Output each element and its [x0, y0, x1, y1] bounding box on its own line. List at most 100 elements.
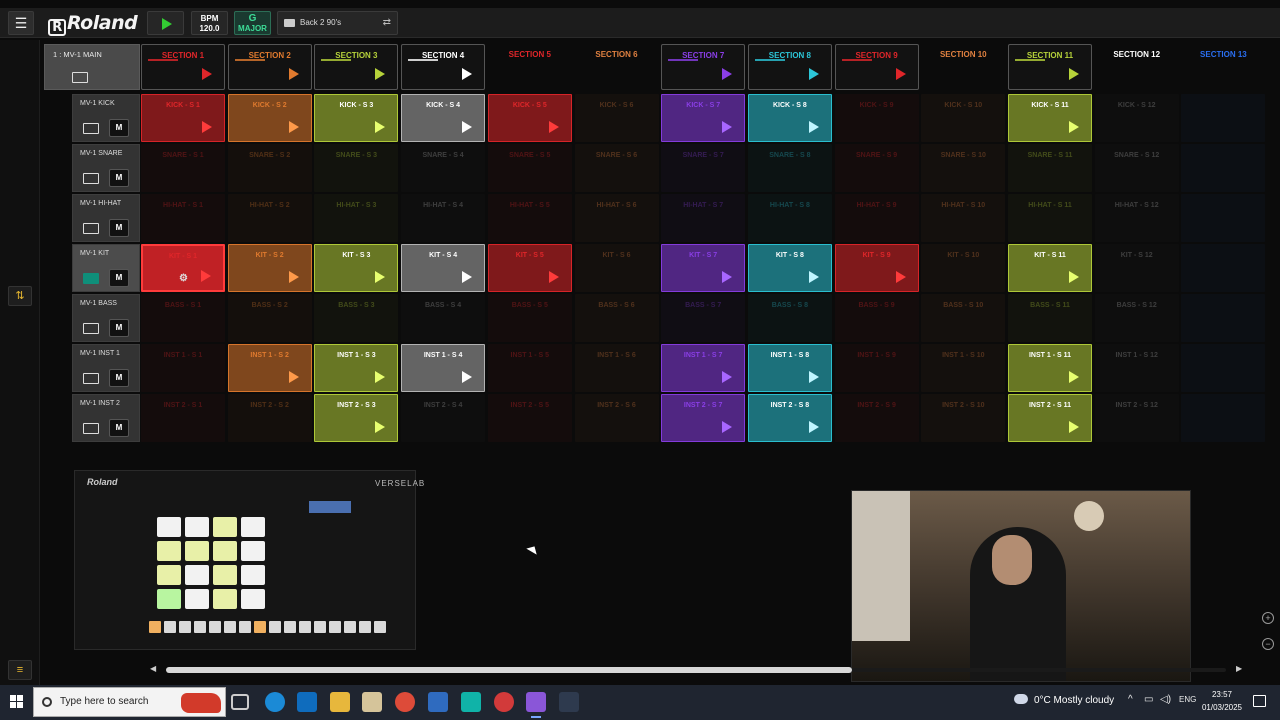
taskbar-clock[interactable]: 23:57 01/03/2025	[1200, 688, 1244, 714]
track-header[interactable]: MV-1 INST 1 M	[72, 344, 140, 392]
clip-play-icon[interactable]	[808, 121, 819, 133]
mute-button[interactable]: M	[109, 269, 129, 287]
clip-cell[interactable]: KICK - S 11	[1008, 94, 1092, 142]
track-header[interactable]: MV-1 KICK M	[72, 94, 140, 142]
clip-cell[interactable]	[1181, 144, 1266, 192]
clip-cell[interactable]: KICK - S 4	[401, 94, 486, 142]
clip-cell[interactable]: SNARE - S 2	[227, 144, 312, 192]
gear-icon[interactable]: ⚙	[179, 273, 188, 284]
edge-browser-icon[interactable]	[265, 692, 285, 712]
track-header[interactable]: MV-1 INST 2 M	[72, 394, 140, 442]
clip-play-icon[interactable]	[375, 371, 386, 383]
clip-cell[interactable]: KICK - S 5	[487, 94, 572, 142]
volume-icon[interactable]: ◁)	[1160, 694, 1171, 705]
clip-cell[interactable]: INST 1 - S 12	[1094, 344, 1179, 392]
app-icon-2[interactable]	[461, 692, 481, 712]
clip-cell[interactable]: KIT - S 12	[1094, 244, 1179, 292]
track-header[interactable]: MV-1 KIT M	[72, 244, 140, 292]
clip-play-icon[interactable]	[1069, 371, 1079, 383]
app-icon-3[interactable]	[559, 692, 579, 712]
section-header[interactable]: SECTION 9	[834, 44, 919, 90]
clip-cell[interactable]: INST 1 - S 11	[1008, 344, 1092, 392]
task-view-icon[interactable]	[231, 694, 249, 710]
clip-cell[interactable]: INST 2 - S 6	[574, 394, 659, 442]
section-play-icon[interactable]	[1069, 68, 1079, 80]
clip-cell[interactable]: HI-HAT - S 1	[141, 194, 225, 242]
track-header[interactable]: MV-1 SNARE M	[72, 144, 140, 192]
clip-cell[interactable]: HI-HAT - S 3	[314, 194, 399, 242]
clip-cell[interactable]	[1181, 194, 1266, 242]
clip-cell[interactable]: SNARE - S 11	[1008, 144, 1092, 192]
clip-cell[interactable]: BASS - S 7	[661, 294, 746, 342]
zoom-out-icon[interactable]: −	[1262, 638, 1274, 650]
clip-cell[interactable]: HI-HAT - S 7	[661, 194, 746, 242]
clip-cell[interactable]: HI-HAT - S 2	[227, 194, 312, 242]
section-header[interactable]: SECTION 3	[314, 44, 399, 90]
notification-icon[interactable]	[1253, 695, 1266, 707]
clip-cell[interactable]: BASS - S 5	[487, 294, 572, 342]
clip-cell[interactable]: HI-HAT - S 12	[1094, 194, 1179, 242]
clip-play-icon[interactable]	[375, 271, 386, 283]
clip-cell[interactable]: KICK - S 10	[921, 94, 1006, 142]
clip-cell[interactable]: SNARE - S 6	[574, 144, 659, 192]
clip-cell[interactable]: SNARE - S 3	[314, 144, 399, 192]
section-header[interactable]: SECTION 1	[141, 44, 225, 90]
horizontal-scrollbar[interactable]: ◀ ▶	[148, 664, 1248, 676]
clip-play-icon[interactable]	[808, 421, 819, 433]
clip-play-icon[interactable]	[288, 121, 299, 133]
clip-cell[interactable]: SNARE - S 5	[487, 144, 572, 192]
clip-cell[interactable]: INST 2 - S 11	[1008, 394, 1092, 442]
clip-play-icon[interactable]	[722, 421, 733, 433]
clip-play-icon[interactable]	[808, 271, 819, 283]
clip-cell[interactable]: SNARE - S 1	[141, 144, 225, 192]
clip-cell[interactable]: HI-HAT - S 4	[401, 194, 486, 242]
menu-icon[interactable]: ☰	[8, 11, 34, 35]
clip-cell[interactable]: KIT - S 3	[314, 244, 399, 292]
clip-play-icon[interactable]	[375, 121, 386, 133]
sync-icon[interactable]: ⇄	[383, 12, 391, 34]
mute-button[interactable]: M	[109, 369, 129, 387]
clip-cell[interactable]: SNARE - S 12	[1094, 144, 1179, 192]
clip-cell[interactable]	[1181, 344, 1266, 392]
active-app-icon[interactable]	[526, 692, 546, 718]
section-play-icon[interactable]	[808, 68, 819, 80]
clip-cell[interactable]: BASS - S 1	[141, 294, 225, 342]
clip-cell[interactable]: INST 1 - S 1	[141, 344, 225, 392]
section-header[interactable]: SECTION 5	[488, 44, 572, 90]
clip-play-icon[interactable]	[288, 271, 299, 283]
section-header[interactable]: SECTION 12	[1095, 44, 1179, 90]
clip-play-icon[interactable]	[375, 421, 386, 433]
zoom-in-icon[interactable]: +	[1262, 612, 1274, 624]
section-play-icon[interactable]	[288, 68, 299, 80]
clip-cell[interactable]: KICK - S 6	[574, 94, 659, 142]
play-button[interactable]	[147, 11, 184, 35]
clip-cell[interactable]: HI-HAT - S 10	[921, 194, 1006, 242]
clip-cell[interactable]: KIT - S 6	[574, 244, 659, 292]
clip-cell[interactable]	[1181, 294, 1266, 342]
clip-cell[interactable]: KICK - S 8	[747, 94, 832, 142]
section-header[interactable]: SECTION 4	[401, 44, 486, 90]
clip-play-icon[interactable]	[1069, 121, 1079, 133]
clip-play-icon[interactable]	[722, 121, 733, 133]
section-header[interactable]: SECTION 10	[921, 44, 1005, 90]
clip-cell[interactable]: INST 1 - S 10	[921, 344, 1006, 392]
clip-cell[interactable]: INST 1 - S 2	[227, 344, 312, 392]
clip-play-icon[interactable]	[808, 371, 819, 383]
tray-overflow-icon[interactable]: ^	[1128, 694, 1133, 705]
clip-cell[interactable]: KIT - S 4	[401, 244, 486, 292]
clip-cell[interactable]: INST 1 - S 3	[314, 344, 399, 392]
clip-play-icon[interactable]	[1069, 421, 1079, 433]
clip-cell[interactable]: KICK - S 9	[834, 94, 919, 142]
clip-cell[interactable]: KIT - S 11	[1008, 244, 1092, 292]
taskbar-search-box[interactable]: Type here to search	[33, 687, 226, 717]
mute-button[interactable]: M	[109, 419, 129, 437]
clip-cell[interactable]: KIT - S 7	[661, 244, 746, 292]
track-header[interactable]: MV-1 HI-HAT M	[72, 194, 140, 242]
mixer-toggle-icon[interactable]: ⇅	[8, 286, 32, 306]
bpm-display[interactable]: BPM 120.0	[191, 11, 228, 35]
clip-cell[interactable]: KIT - S 5	[487, 244, 572, 292]
section-play-icon[interactable]	[722, 68, 733, 80]
section-play-icon[interactable]	[375, 68, 386, 80]
section-header[interactable]: SECTION 13	[1181, 44, 1265, 90]
clip-cell[interactable]: BASS - S 9	[834, 294, 919, 342]
